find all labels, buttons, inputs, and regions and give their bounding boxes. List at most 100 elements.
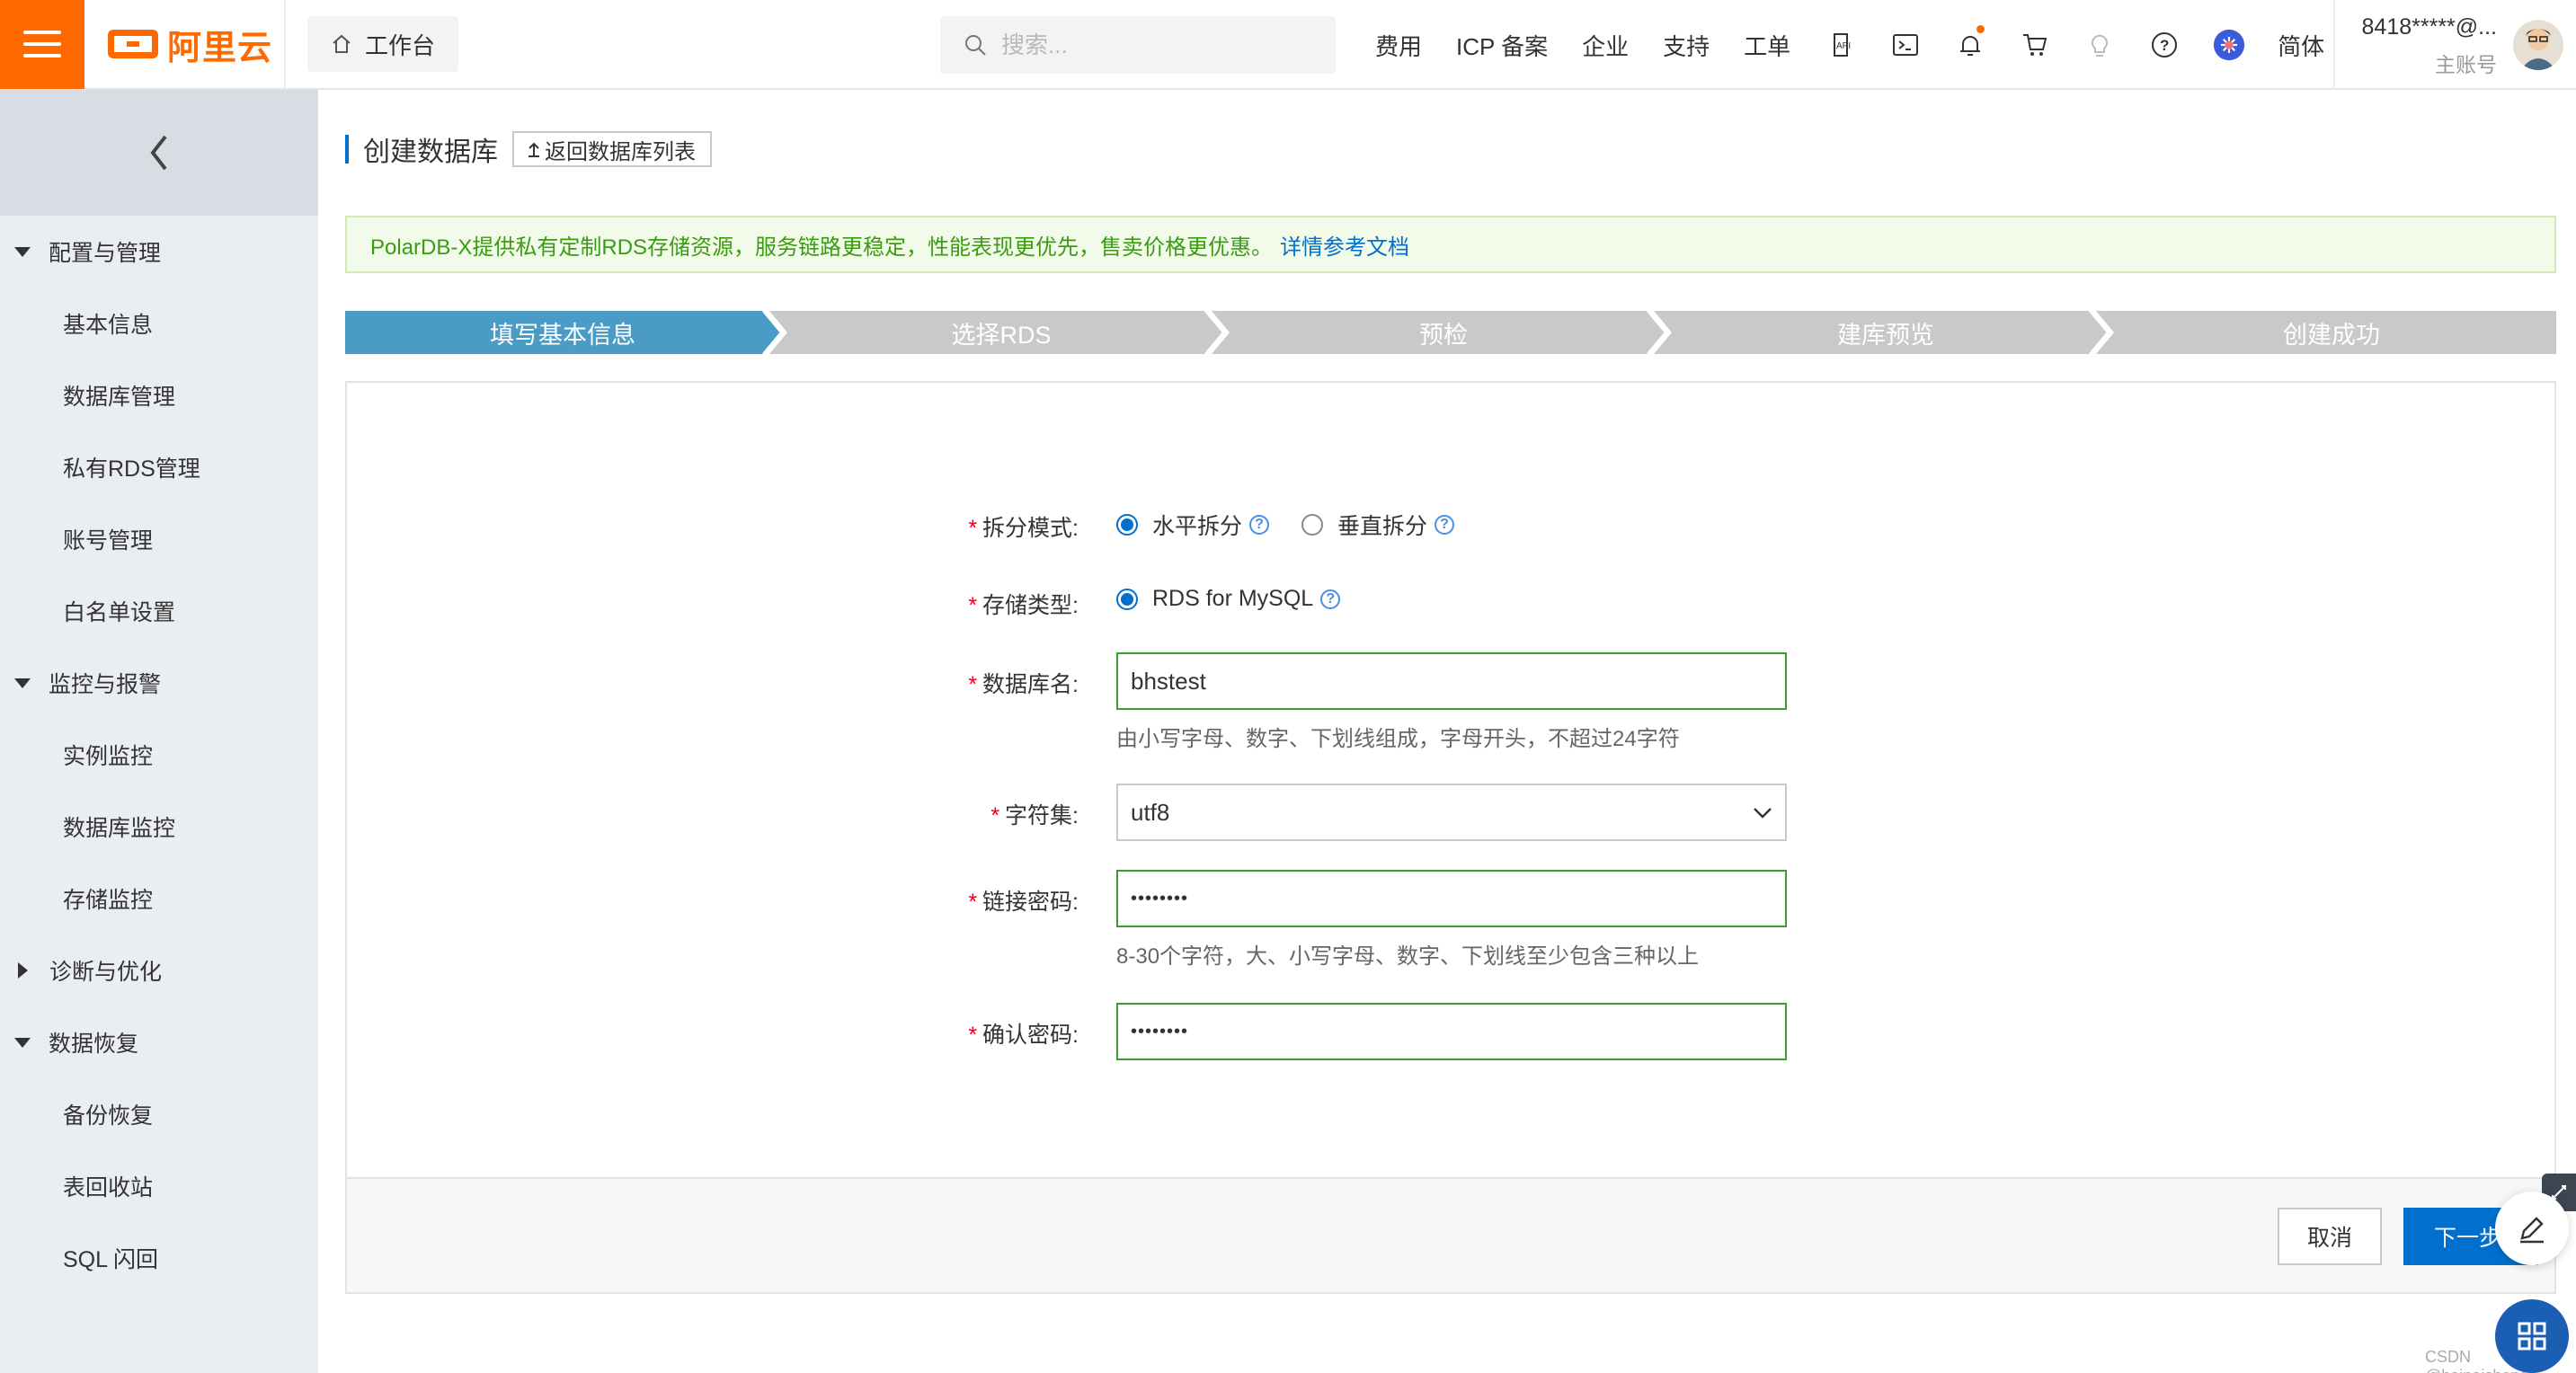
split-horizontal-radio[interactable]: 水平拆分 ? (1116, 509, 1270, 541)
main-content: 创建数据库 返回数据库列表 PolarDB-X提供私有定制RDS存储资源，服务链… (318, 90, 2576, 1373)
sidebar-group-label: 配置与管理 (49, 241, 162, 266)
step-progress: 填写基本信息 选择RDS 预检 建库预览 创建成功 (345, 311, 2556, 354)
language-switch[interactable]: 简体 (2278, 29, 2324, 62)
search-input[interactable] (1001, 31, 1325, 59)
step-precheck: 预检 (1419, 321, 1468, 349)
top-nav: 费用 ICP 备案 企业 支持 工单 API ? 简体 (1375, 0, 2360, 90)
nav-icp[interactable]: ICP 备案 (1456, 29, 1548, 62)
sidebar-item-instance-monitor[interactable]: 实例监控 (0, 719, 318, 791)
account-name: 8418*****@... (2361, 14, 2497, 40)
bell-icon[interactable] (1954, 25, 1986, 61)
back-to-list-button[interactable]: 返回数据库列表 (512, 131, 712, 167)
cancel-button[interactable]: 取消 (2278, 1208, 2382, 1265)
notice-doc-link[interactable]: 详情参考文档 (1280, 229, 1409, 261)
avatar[interactable] (2513, 20, 2563, 70)
aliyun-logo-icon (108, 30, 158, 58)
account-divider (2333, 0, 2335, 90)
page-header: 创建数据库 返回数据库列表 (345, 129, 712, 169)
sidebar-item-table-recycle-bin[interactable]: 表回收站 (0, 1150, 318, 1222)
chevron-left-icon (150, 135, 167, 171)
sidebar-group-label: 监控与报警 (49, 672, 162, 697)
caret-down-icon (14, 246, 31, 257)
account-role: 主账号 (2435, 53, 2497, 76)
create-db-form: * 拆分模式: 水平拆分 ? 垂直拆分 ? * 存储类型: RDS for MySQ… (345, 381, 2556, 1294)
db-name-input[interactable] (1131, 667, 1785, 695)
code-icon[interactable]: API (1825, 29, 1857, 61)
db-name-field[interactable] (1116, 652, 1787, 710)
step-preview: 建库预览 (1837, 321, 1934, 349)
sidebar-item-whitelist[interactable]: 白名单设置 (0, 575, 318, 647)
sidebar-item-basic-info[interactable]: 基本信息 (0, 288, 318, 359)
app-icon[interactable] (2213, 29, 2245, 61)
chevron-down-icon (1754, 808, 1772, 819)
sidebar-group-label: 诊断与优化 (49, 960, 163, 985)
help-icon[interactable]: ? (1435, 515, 1455, 535)
info-notice: PolarDB-X提供私有定制RDS存储资源，服务链路更稳定，性能表现更优先，售… (345, 216, 2556, 273)
account-menu[interactable]: 8418*****@... 主账号 (2353, 14, 2497, 78)
db-name-hint: 由小写字母、数字、下划线组成，字母开头，不超过24字符 (1116, 727, 1680, 751)
split-vertical-label: 垂直拆分 (1337, 514, 1428, 539)
confirm-password-label: * 确认密码: (968, 1023, 1079, 1048)
caret-down-icon (14, 1037, 31, 1048)
charset-label: * 字符集: (990, 803, 1079, 828)
back-button-label: 返回数据库列表 (545, 139, 696, 164)
hamburger-menu-icon[interactable] (0, 0, 84, 89)
step-fill-basic-info: 填写基本信息 (490, 321, 635, 349)
workbench-label: 工作台 (365, 31, 436, 59)
split-horizontal-label: 水平拆分 (1152, 514, 1243, 539)
sidebar-group-diagnosis[interactable]: 诊断与优化 (0, 935, 318, 1006)
sidebar-group-monitor[interactable]: 监控与报警 (0, 647, 318, 719)
sidebar-item-database-management[interactable]: 数据库管理 (0, 359, 318, 431)
help-icon[interactable]: ? (2148, 29, 2181, 61)
notice-text: PolarDB-X提供私有定制RDS存储资源，服务链路更稳定，性能表现更优先，售… (370, 235, 1274, 260)
sidebar: 配置与管理 基本信息 数据库管理 私有RDS管理 账号管理 白名单设置 监控与报… (0, 90, 318, 1373)
terminal-icon[interactable] (1889, 29, 1922, 61)
confirm-password-value[interactable]: •••••••• (1131, 1022, 1188, 1042)
caret-right-icon (18, 962, 28, 979)
search-box[interactable] (940, 16, 1336, 74)
step-success: 创建成功 (2283, 321, 2380, 349)
sidebar-item-database-monitor[interactable]: 数据库监控 (0, 791, 318, 863)
nav-support[interactable]: 支持 (1663, 29, 1710, 62)
nav-ticket[interactable]: 工单 (1744, 29, 1790, 62)
sidebar-item-account-management[interactable]: 账号管理 (0, 503, 318, 575)
aliyun-logo[interactable]: 阿里云 (84, 0, 286, 89)
bulb-icon[interactable] (2083, 29, 2116, 61)
sidebar-item-storage-monitor[interactable]: 存储监控 (0, 863, 318, 935)
sidebar-group-config[interactable]: 配置与管理 (0, 216, 318, 288)
sidebar-item-sql-flashback[interactable]: SQL 闪回 (0, 1222, 318, 1294)
split-vertical-radio[interactable]: 垂直拆分 ? (1301, 509, 1455, 541)
password-value[interactable]: •••••••• (1131, 889, 1188, 909)
storage-rds-mysql-radio[interactable]: RDS for MySQL ? (1116, 586, 1341, 612)
logo-text: 阿里云 (167, 29, 273, 67)
home-icon (333, 34, 351, 53)
sidebar-item-backup-restore[interactable]: 备份恢复 (0, 1078, 318, 1150)
confirm-password-field[interactable]: •••••••• (1116, 1003, 1787, 1060)
db-name-label: * 数据库名: (968, 672, 1079, 697)
sidebar-item-private-rds[interactable]: 私有RDS管理 (0, 431, 318, 503)
help-icon[interactable]: ? (1320, 589, 1341, 609)
nav-billing[interactable]: 费用 (1375, 29, 1422, 62)
help-icon[interactable]: ? (1249, 515, 1270, 535)
upload-arrow-icon (529, 142, 539, 157)
storage-option-label: RDS for MySQL (1152, 586, 1314, 611)
workbench-button[interactable]: 工作台 (307, 16, 459, 72)
nav-enterprise[interactable]: 企业 (1582, 29, 1629, 62)
page-title: 创建数据库 (363, 137, 498, 167)
cart-icon[interactable] (2019, 29, 2051, 61)
password-label: * 链接密码: (968, 890, 1079, 915)
radio-unchecked-icon (1301, 514, 1323, 536)
svg-text:?: ? (2160, 37, 2169, 54)
charset-select[interactable]: utf8 (1116, 784, 1787, 841)
pencil-icon (2520, 1217, 2544, 1244)
sidebar-collapse-button[interactable] (0, 90, 318, 216)
password-field[interactable]: •••••••• (1116, 870, 1787, 927)
radio-checked-icon (1116, 588, 1138, 610)
password-hint: 8-30个字符，大、小写字母、数字、下划线至少包含三种以上 (1116, 944, 1700, 969)
search-icon (965, 35, 986, 56)
title-accent-bar (345, 135, 349, 164)
svg-text:API: API (1836, 41, 1851, 51)
floating-edit-button[interactable] (2495, 1191, 2569, 1265)
split-mode-label: * 拆分模式: (968, 516, 1079, 541)
sidebar-group-recovery[interactable]: 数据恢复 (0, 1006, 318, 1078)
